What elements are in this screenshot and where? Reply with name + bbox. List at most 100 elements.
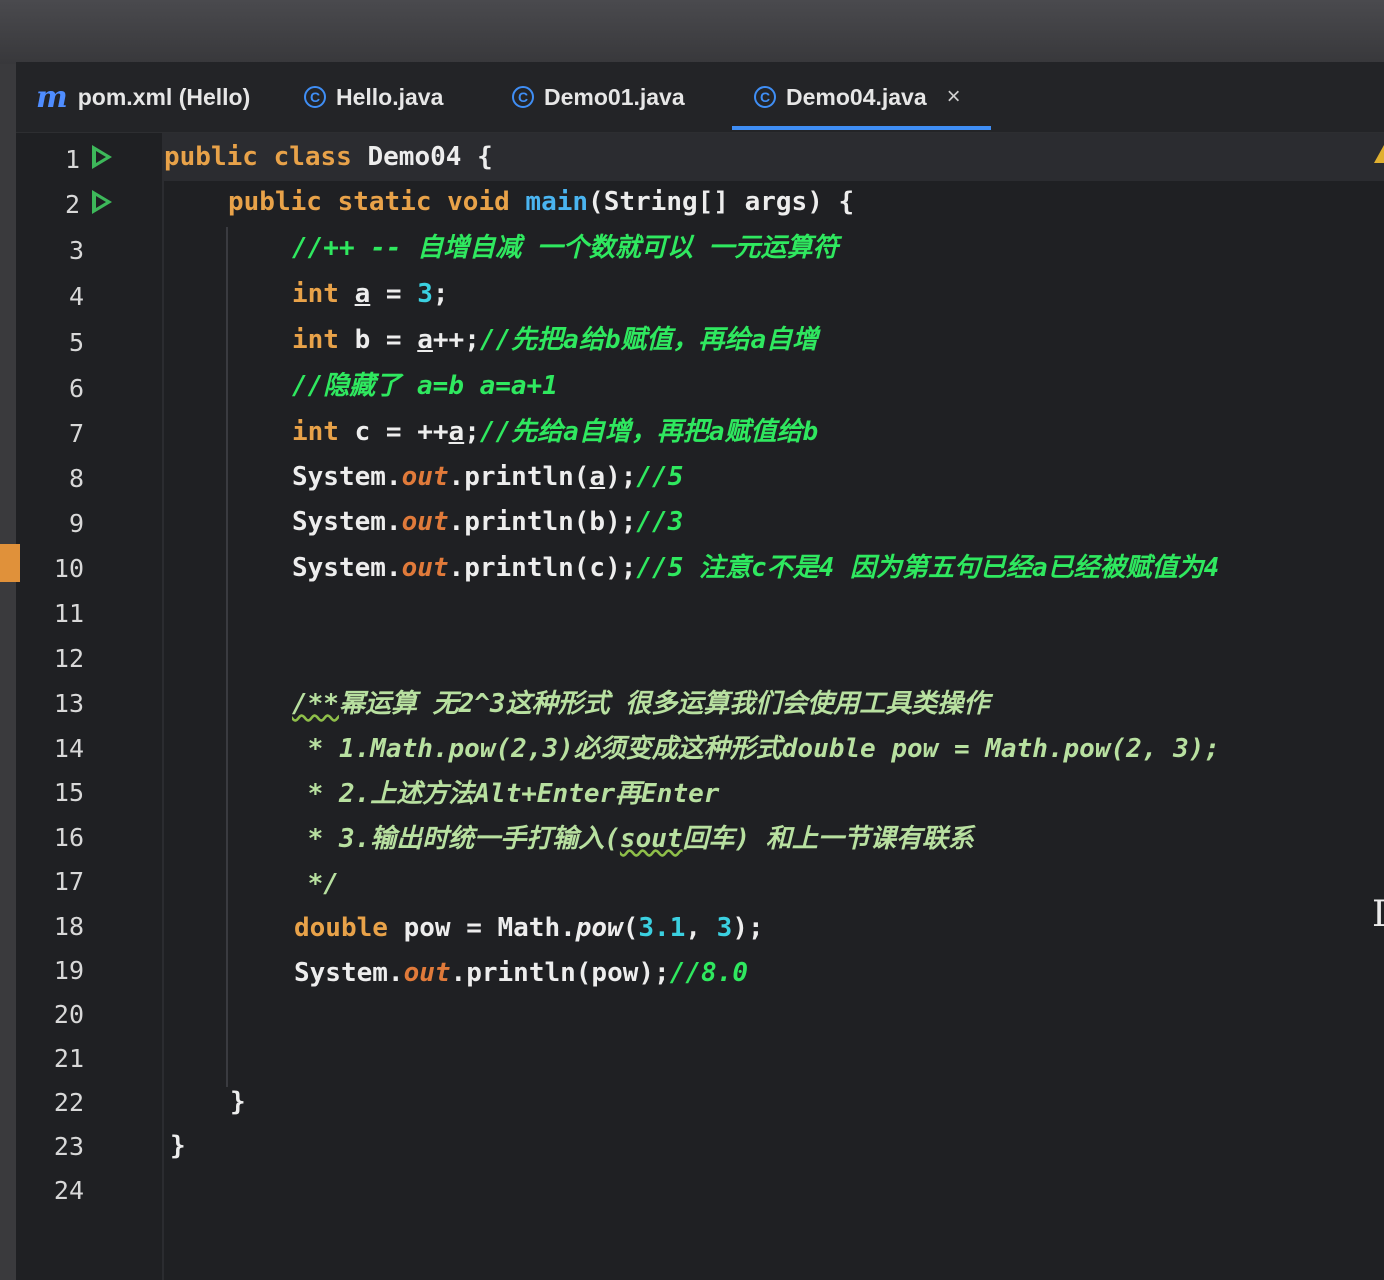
indent-guide	[226, 227, 228, 1087]
line-number[interactable]: 15	[24, 778, 84, 807]
keyword: double	[294, 913, 404, 943]
line-number[interactable]: 18	[24, 912, 84, 941]
keyword: int	[292, 325, 355, 355]
line-number[interactable]: 11	[24, 599, 84, 628]
tab-pom-xml[interactable]: m pom.xml (Hello)	[36, 62, 250, 132]
line-number[interactable]: 21	[24, 1044, 84, 1073]
line-number[interactable]: 24	[24, 1176, 84, 1205]
run-class-icon[interactable]	[92, 145, 112, 169]
comment: //3	[636, 507, 684, 537]
doc-comment: * 1.Math.pow(2,3)必须变成这种形式double pow = Ma…	[292, 734, 1221, 764]
line-number[interactable]: 19	[24, 956, 84, 985]
line-number[interactable]: 16	[24, 823, 84, 852]
line-number[interactable]: 10	[24, 554, 84, 583]
variable: a	[354, 279, 371, 309]
java-class-icon: C	[754, 86, 776, 108]
static-field: out	[403, 958, 451, 988]
method-name: main	[525, 187, 589, 217]
line-number[interactable]: 14	[24, 734, 84, 763]
code-text: System.	[294, 958, 404, 988]
static-field: out	[401, 462, 449, 492]
line-number[interactable]: 5	[24, 328, 84, 357]
line-number[interactable]: 6	[24, 374, 84, 403]
number: 3	[716, 913, 733, 943]
code-text: ;	[464, 417, 480, 447]
line-number[interactable]: 17	[24, 867, 84, 896]
doc-comment: 回车) 和上一节课有联系	[682, 824, 974, 854]
code-line-17: */	[292, 862, 339, 907]
code-text: );	[732, 913, 764, 943]
keyword: int	[292, 279, 355, 309]
warning-icon[interactable]	[1374, 145, 1384, 163]
run-main-icon[interactable]	[92, 190, 112, 214]
code-line-10: System.out.println(c);//5 注意c不是4 因为第五句已经…	[292, 546, 1219, 591]
tab-label: Demo01.java	[544, 83, 685, 110]
method-name: pow	[575, 913, 623, 943]
line-number[interactable]: 22	[24, 1088, 84, 1117]
comment: //++ -- 自增自减 一个数就可以 一元运算符	[292, 233, 839, 263]
tab-demo04-java[interactable]: C Demo04.java ×	[732, 62, 991, 132]
variable: a	[448, 417, 465, 447]
keyword: int	[292, 417, 355, 447]
comment: //隐藏了 a=b a=a+1	[292, 371, 558, 401]
code-text: System.	[292, 462, 402, 492]
code-line-8: System.out.println(a);//5	[292, 455, 683, 500]
number: 3.1	[638, 913, 686, 943]
code-line-23: }	[170, 1124, 186, 1169]
code-text: b =	[354, 325, 418, 355]
maven-icon: m	[36, 79, 68, 115]
line-number[interactable]: 1	[20, 145, 80, 174]
line-number[interactable]: 13	[24, 689, 84, 718]
doc-comment: * 2.上述方法Alt+Enter再Enter	[292, 779, 720, 809]
code-text: ,	[685, 913, 717, 943]
code-line-3: //++ -- 自增自减 一个数就可以 一元运算符	[292, 226, 839, 271]
comment: //先把a给b赋值，再给a自增	[479, 325, 819, 355]
code-line-9: System.out.println(b);//3	[292, 500, 683, 545]
bookmark-marker	[0, 544, 20, 582]
tab-hello-java[interactable]: C Hello.java	[304, 62, 443, 132]
close-icon[interactable]: ×	[947, 83, 961, 111]
editor-tab-bar: m pom.xml (Hello) C Hello.java C Demo01.…	[16, 62, 1384, 133]
monitor-bezel	[0, 0, 1384, 64]
code-line-7: int c = ++a;//先给a自增，再把a赋值给b	[292, 410, 818, 455]
keyword: public class	[164, 142, 368, 172]
line-number[interactable]: 9	[24, 509, 84, 538]
line-number[interactable]: 23	[24, 1132, 84, 1161]
line-number[interactable]: 12	[24, 644, 84, 673]
number: 3	[417, 279, 433, 309]
java-class-icon: C	[304, 86, 326, 108]
closing-brace: }	[170, 1131, 186, 1161]
ide-window: m pom.xml (Hello) C Hello.java C Demo01.…	[0, 62, 1384, 1280]
code-text: (String[] args) {	[588, 187, 855, 217]
line-number[interactable]: 3	[24, 236, 84, 265]
code-text: .println(	[448, 462, 590, 492]
code-line-2: public static void main(String[] args) {	[228, 180, 854, 225]
line-number[interactable]: 2	[20, 190, 80, 219]
closing-brace: }	[230, 1087, 246, 1117]
doc-comment: * 3.输出时统一手打输入(	[292, 824, 620, 854]
code-line-4: int a = 3;	[292, 272, 449, 317]
line-number[interactable]: 20	[24, 1000, 84, 1029]
line-number[interactable]: 7	[24, 419, 84, 448]
line-number[interactable]: 4	[24, 282, 84, 311]
code-text: .println(pow);	[450, 958, 670, 988]
gutter-separator	[162, 133, 164, 1280]
doc-comment-open: /**	[292, 689, 339, 719]
text-cursor-icon: I	[1372, 894, 1384, 935]
code-line-18: double pow = Math.pow(3.1, 3);	[294, 906, 764, 951]
code-line-1: public class Demo04 {	[164, 135, 493, 180]
code-text: System.	[292, 507, 402, 537]
tab-label: Demo04.java	[786, 83, 927, 110]
code-line-6: //隐藏了 a=b a=a+1	[292, 364, 558, 409]
code-text: .println(b);	[448, 507, 637, 537]
code-text: (	[622, 913, 639, 943]
code-text: =	[370, 279, 418, 309]
code-text: .println(c);	[448, 553, 637, 583]
line-number[interactable]: 8	[24, 464, 84, 493]
tab-demo01-java[interactable]: C Demo01.java	[512, 62, 685, 132]
code-text: ;	[432, 279, 449, 309]
variable: a	[589, 462, 606, 492]
code-line-5: int b = a++;//先把a给b赋值，再给a自增	[292, 318, 818, 363]
class-name: Demo04 {	[367, 142, 493, 172]
static-field: out	[401, 553, 449, 583]
